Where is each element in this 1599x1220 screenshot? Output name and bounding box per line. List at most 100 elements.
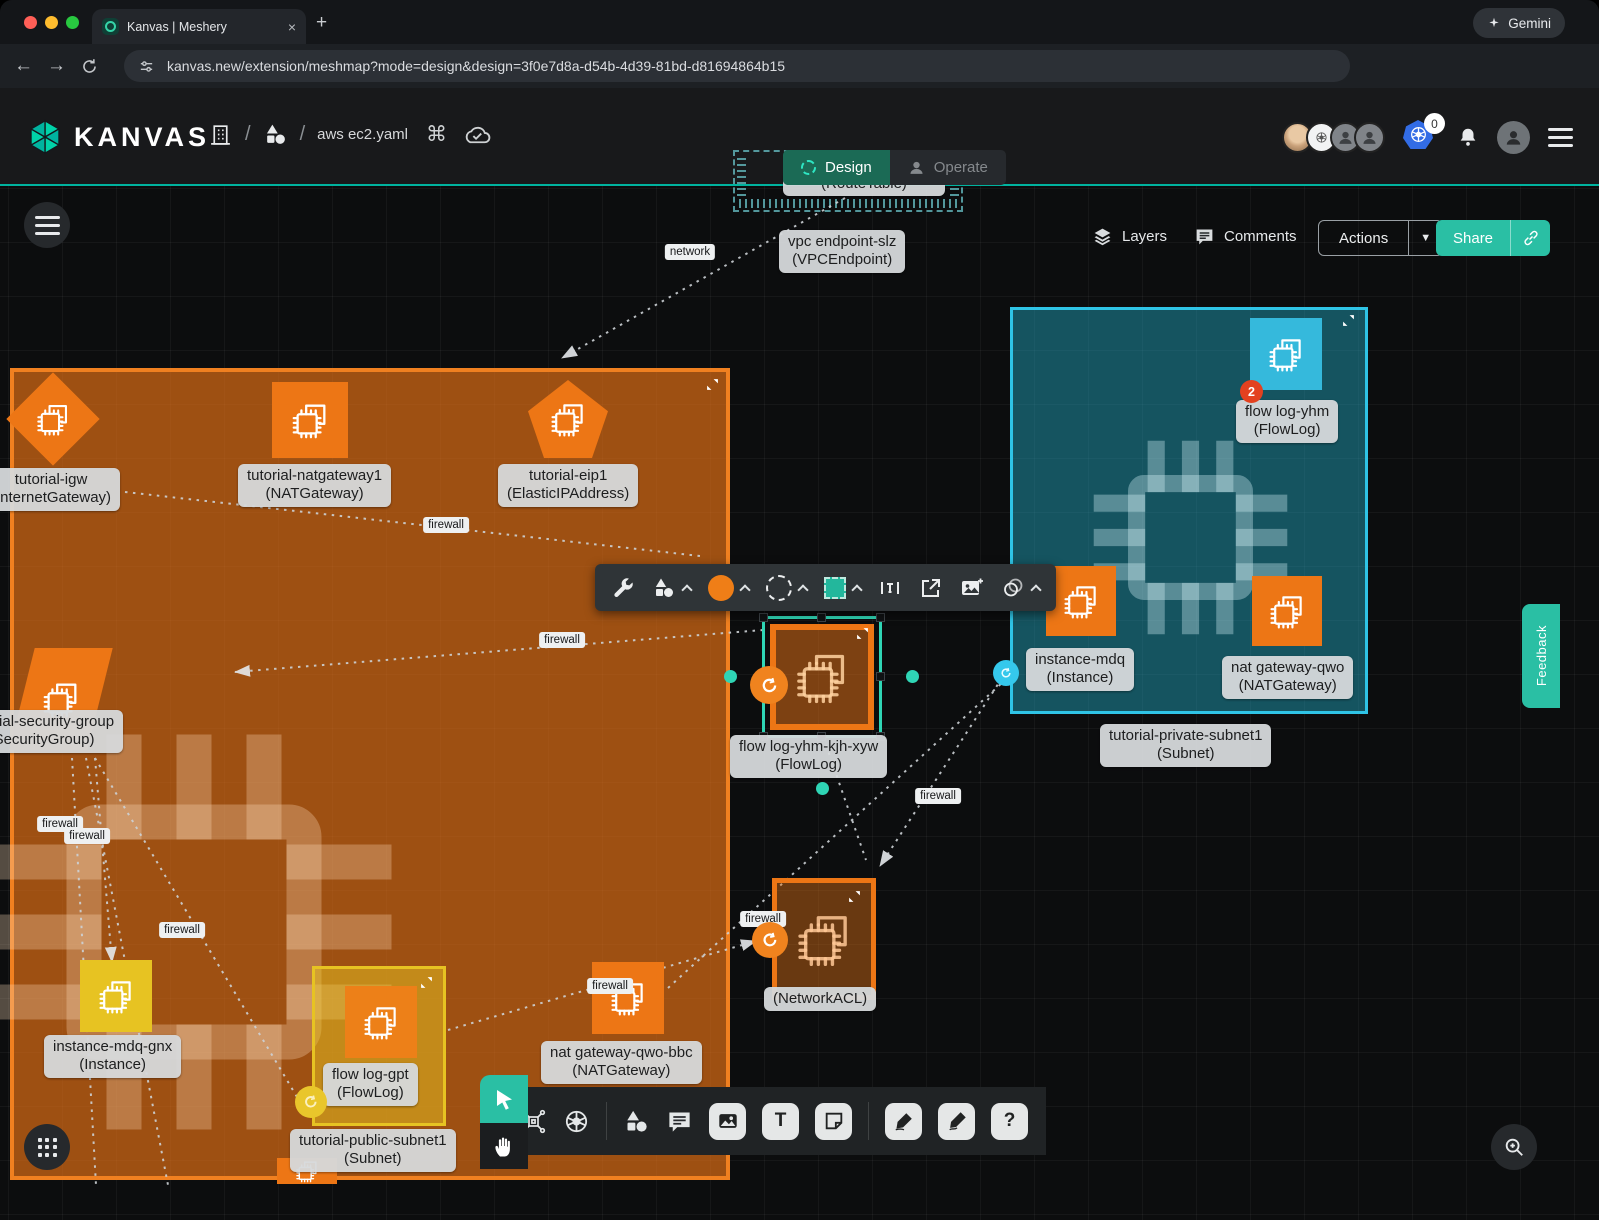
design-canvas[interactable]: Layers Comments Actions ▼ Share (RouteTa… [0, 186, 1599, 1220]
node-label: vpc endpoint-slz(VPCEndpoint) [779, 230, 905, 273]
edge-line[interactable] [562, 198, 845, 358]
aws-chip-icon [548, 399, 588, 439]
brand-name: KANVAS [74, 122, 210, 153]
shortcuts-icon[interactable]: ⌘ [426, 122, 447, 147]
zoom-button[interactable] [1491, 1124, 1537, 1170]
edge-label: network [665, 244, 715, 260]
kubernetes-components-icon[interactable] [563, 1108, 590, 1135]
gemini-button[interactable]: Gemini [1473, 8, 1565, 38]
shapes-menu-button[interactable] [652, 576, 691, 600]
sticky-note-tool-button[interactable] [815, 1103, 852, 1140]
share-label: Share [1436, 220, 1510, 256]
meshery-favicon [102, 18, 119, 35]
border-style-button[interactable] [766, 575, 807, 601]
window-close-button[interactable] [24, 16, 37, 29]
collapse-node-icon[interactable] [856, 627, 869, 640]
aws-chip-icon [34, 400, 72, 438]
collapse-group-icon[interactable] [1342, 314, 1355, 327]
rename-text-icon[interactable] [878, 576, 902, 600]
node-nat-gateway-1[interactable] [272, 382, 348, 458]
shape-style-button[interactable] [824, 577, 861, 599]
tab-title: Kanvas | Meshery [127, 20, 280, 34]
deploy-status-badge[interactable] [295, 1086, 327, 1118]
header-menu-icon[interactable] [1548, 128, 1573, 147]
comments-button[interactable]: Comments [1194, 226, 1297, 247]
shapes-tool-icon[interactable] [623, 1108, 650, 1135]
share-button[interactable]: Share [1436, 220, 1550, 256]
pen-tool-button[interactable] [885, 1103, 922, 1140]
tab-design[interactable]: Design [783, 150, 890, 185]
open-external-icon[interactable] [919, 576, 943, 600]
node-nat-gateway-bbc[interactable] [592, 962, 664, 1034]
feedback-tab[interactable]: Feedback [1522, 604, 1560, 708]
design-file-name[interactable]: aws ec2.yaml [317, 126, 408, 143]
window-minimize-button[interactable] [45, 16, 58, 29]
layers-button[interactable]: Layers [1092, 226, 1167, 247]
new-tab-button[interactable]: + [316, 12, 327, 34]
node-instance-mdq[interactable] [1046, 566, 1116, 636]
collapse-group-icon[interactable] [706, 378, 719, 391]
node-label: instance-mdq(Instance) [1026, 648, 1134, 691]
address-bar[interactable]: kanvas.new/extension/meshmap?mode=design… [124, 50, 1350, 82]
tab-operate[interactable]: Operate [890, 150, 1006, 185]
tab-close-icon[interactable]: × [288, 19, 296, 35]
shapes-workspace-icon[interactable] [263, 122, 288, 147]
context-toolbar [595, 564, 1056, 611]
copy-link-button[interactable] [1510, 220, 1550, 256]
canvas-menu-button[interactable] [24, 202, 70, 248]
actions-button[interactable]: Actions ▼ [1318, 220, 1443, 256]
kubernetes-context-switcher[interactable]: 0 [1403, 120, 1439, 154]
deploy-status-badge[interactable] [750, 666, 788, 704]
deploy-status-badge[interactable] [752, 922, 788, 958]
site-info-icon[interactable] [138, 58, 155, 75]
aws-chip-icon [96, 976, 136, 1016]
edge-line[interactable] [880, 678, 1002, 866]
node-instance-gnx[interactable] [80, 960, 152, 1032]
breadcrumb-separator: / [300, 123, 306, 146]
notifications-bell-icon[interactable] [1457, 126, 1479, 148]
chevron-up-icon [851, 584, 862, 595]
node-nat-gateway-qwo[interactable] [1252, 576, 1322, 646]
window-zoom-button[interactable] [66, 16, 79, 29]
forward-button[interactable]: → [47, 55, 66, 77]
node-flow-log-gpt[interactable] [345, 986, 417, 1058]
browser-tab[interactable]: Kanvas | Meshery × [92, 9, 306, 44]
apps-grid-button[interactable] [24, 1124, 70, 1170]
fill-color-button[interactable] [708, 575, 749, 601]
collaborator-avatar[interactable] [1354, 122, 1385, 153]
collapse-node-icon[interactable] [848, 890, 861, 903]
add-image-icon[interactable] [960, 576, 984, 600]
cloud-sync-icon [463, 124, 492, 146]
aws-chip-icon [289, 399, 331, 441]
node-flow-log-yhm[interactable] [1250, 318, 1322, 390]
organization-icon[interactable] [208, 122, 233, 147]
browser-url-bar: ← → kanvas.new/extension/meshmap?mode=de… [0, 44, 1599, 88]
aws-chip-icon [793, 908, 855, 970]
connection-anchor-dot[interactable] [993, 660, 1019, 686]
user-avatar[interactable] [1497, 121, 1530, 154]
lasso-circles-icon [1001, 576, 1025, 600]
back-button[interactable]: ← [14, 55, 33, 77]
configure-wrench-icon[interactable] [611, 576, 635, 600]
edge-label: firewall [915, 788, 961, 804]
group-select-button[interactable] [1001, 576, 1040, 600]
image-tool-button[interactable] [709, 1103, 746, 1140]
pan-tool-button[interactable] [480, 1123, 528, 1169]
help-button[interactable]: ? [991, 1103, 1028, 1140]
pencil-tool-button[interactable] [938, 1103, 975, 1140]
aws-chip-icon [1267, 591, 1307, 631]
node-label: instance-mdq-gnx(Instance) [44, 1035, 181, 1078]
alignment-dot [724, 670, 737, 683]
notification-count-badge[interactable]: 2 [1240, 380, 1263, 403]
text-tool-button[interactable]: T [762, 1103, 799, 1140]
kanvas-logo[interactable]: KANVAS [26, 118, 210, 156]
edge-label: firewall [64, 828, 110, 844]
select-tool-button[interactable] [480, 1075, 528, 1123]
design-label: Design [825, 159, 872, 176]
collapse-group-icon[interactable] [420, 976, 433, 989]
node-label: flow log-yhm(FlowLog) [1236, 400, 1338, 443]
comment-tool-icon[interactable] [666, 1108, 693, 1135]
app-window: Kanvas | Meshery × + Gemini ← → kanvas.n… [0, 0, 1599, 1220]
toolbar-divider [606, 1102, 607, 1140]
reload-button[interactable] [80, 57, 99, 76]
